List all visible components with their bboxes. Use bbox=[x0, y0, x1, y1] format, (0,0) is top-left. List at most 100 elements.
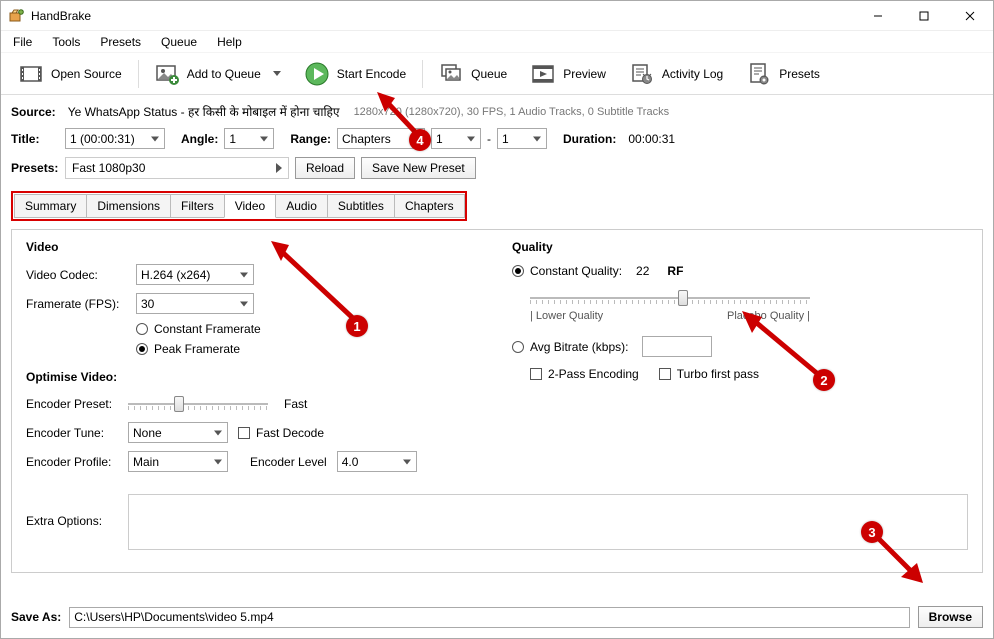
enc-tune-select[interactable]: None bbox=[128, 422, 228, 443]
start-encode-button[interactable]: Start Encode bbox=[293, 53, 418, 94]
save-as-label: Save As: bbox=[11, 610, 61, 624]
start-encode-label: Start Encode bbox=[337, 67, 406, 81]
menu-file[interactable]: File bbox=[7, 33, 38, 51]
add-to-queue-button[interactable]: Add to Queue bbox=[143, 53, 293, 94]
turbo-check[interactable]: Turbo first pass bbox=[659, 367, 759, 381]
enc-level-select[interactable]: 4.0 bbox=[337, 451, 417, 472]
annotation-1: 1 bbox=[346, 315, 368, 337]
radio-icon bbox=[512, 265, 524, 277]
tab-filters[interactable]: Filters bbox=[170, 194, 225, 218]
title-label: Title: bbox=[11, 132, 59, 146]
presets-row-label: Presets: bbox=[11, 161, 59, 175]
avg-bitrate-input[interactable] bbox=[642, 336, 712, 357]
minimize-button[interactable] bbox=[855, 1, 901, 31]
menu-help[interactable]: Help bbox=[211, 33, 248, 51]
source-name: Ye WhatsApp Status - हर किसी के मोबाइल म… bbox=[68, 103, 340, 120]
avg-bitrate-radio[interactable]: Avg Bitrate (kbps): bbox=[512, 336, 968, 357]
activity-log-button[interactable]: Activity Log bbox=[618, 53, 735, 94]
add-to-queue-label: Add to Queue bbox=[187, 67, 261, 81]
fast-decode-label: Fast Decode bbox=[256, 426, 324, 440]
queue-button[interactable]: Queue bbox=[427, 53, 519, 94]
angle-select[interactable]: 1 bbox=[224, 128, 274, 149]
video-codec-select[interactable]: H.264 (x264) bbox=[136, 264, 254, 285]
close-button[interactable] bbox=[947, 1, 993, 31]
pfr-radio[interactable]: Peak Framerate bbox=[136, 342, 482, 356]
two-pass-check[interactable]: 2-Pass Encoding bbox=[530, 367, 639, 381]
maximize-button[interactable] bbox=[901, 1, 947, 31]
cfr-radio[interactable]: Constant Framerate bbox=[136, 322, 482, 336]
save-new-preset-button[interactable]: Save New Preset bbox=[361, 157, 476, 179]
annotation-4: 4 bbox=[409, 129, 431, 151]
fast-decode-check[interactable]: Fast Decode bbox=[238, 426, 324, 440]
enc-preset-value: Fast bbox=[284, 397, 307, 411]
turbo-label: Turbo first pass bbox=[677, 367, 759, 381]
enc-profile-select[interactable]: Main bbox=[128, 451, 228, 472]
checkbox-icon bbox=[659, 368, 671, 380]
video-codec-label: Video Codec: bbox=[26, 268, 126, 282]
preview-button[interactable]: Preview bbox=[519, 53, 618, 94]
duration-label: Duration: bbox=[563, 132, 616, 146]
presets-icon bbox=[747, 62, 771, 86]
chevron-down-icon[interactable] bbox=[273, 71, 281, 76]
tab-summary[interactable]: Summary bbox=[14, 194, 87, 218]
preset-picker[interactable]: Fast 1080p30 bbox=[65, 157, 289, 179]
queue-icon bbox=[439, 62, 463, 86]
toolbar: Open Source Add to Queue Start Encode Qu… bbox=[1, 53, 993, 95]
source-meta: 1280x720 (1280x720), 30 FPS, 1 Audio Tra… bbox=[354, 106, 670, 118]
pfr-label: Peak Framerate bbox=[154, 342, 240, 356]
enc-tune-label: Encoder Tune: bbox=[26, 426, 118, 440]
fps-select[interactable]: 30 bbox=[136, 293, 254, 314]
film-icon bbox=[19, 62, 43, 86]
range-from-select[interactable]: 1 bbox=[431, 128, 481, 149]
optimise-heading: Optimise Video: bbox=[26, 370, 482, 384]
open-source-button[interactable]: Open Source bbox=[7, 53, 134, 94]
presets-button[interactable]: Presets bbox=[735, 53, 832, 94]
checkbox-icon bbox=[530, 368, 542, 380]
open-source-label: Open Source bbox=[51, 67, 122, 81]
menubar: File Tools Presets Queue Help bbox=[1, 31, 993, 53]
duration-value: 00:00:31 bbox=[628, 132, 675, 146]
preset-current: Fast 1080p30 bbox=[72, 161, 145, 175]
menu-queue[interactable]: Queue bbox=[155, 33, 203, 51]
preview-icon bbox=[531, 62, 555, 86]
enc-preset-label: Encoder Preset: bbox=[26, 397, 118, 411]
annotation-2: 2 bbox=[813, 369, 835, 391]
encoder-preset-slider[interactable] bbox=[128, 394, 268, 414]
browse-button[interactable]: Browse bbox=[918, 606, 983, 628]
extra-options-input[interactable] bbox=[128, 494, 968, 550]
extra-options-label: Extra Options: bbox=[26, 494, 118, 528]
rf-label: RF bbox=[667, 264, 683, 278]
quality-slider[interactable] bbox=[530, 288, 810, 308]
reload-button[interactable]: Reload bbox=[295, 157, 355, 179]
tab-audio[interactable]: Audio bbox=[275, 194, 328, 218]
avg-bitrate-label: Avg Bitrate (kbps): bbox=[530, 340, 628, 354]
window-title: HandBrake bbox=[31, 9, 855, 23]
two-pass-label: 2-Pass Encoding bbox=[548, 367, 639, 381]
app-icon bbox=[9, 8, 25, 24]
titlebar: HandBrake bbox=[1, 1, 993, 31]
play-icon bbox=[305, 62, 329, 86]
queue-label: Queue bbox=[471, 67, 507, 81]
tab-subtitles[interactable]: Subtitles bbox=[327, 194, 395, 218]
save-as-input[interactable] bbox=[69, 607, 909, 628]
presets-label: Presets bbox=[779, 67, 820, 81]
tab-video[interactable]: Video bbox=[224, 194, 276, 218]
range-sep: - bbox=[487, 132, 491, 146]
video-panel: Video Video Codec: H.264 (x264) Framerat… bbox=[11, 229, 983, 573]
image-add-icon bbox=[155, 62, 179, 86]
enc-level-label: Encoder Level bbox=[250, 455, 327, 469]
range-to-select[interactable]: 1 bbox=[497, 128, 547, 149]
activity-log-label: Activity Log bbox=[662, 67, 723, 81]
video-heading: Video bbox=[26, 240, 482, 254]
annotation-3: 3 bbox=[861, 521, 883, 543]
menu-tools[interactable]: Tools bbox=[46, 33, 86, 51]
tab-chapters[interactable]: Chapters bbox=[394, 194, 465, 218]
title-select[interactable]: 1 (00:00:31) bbox=[65, 128, 165, 149]
menu-presets[interactable]: Presets bbox=[94, 33, 147, 51]
cq-radio[interactable]: Constant Quality: 22 RF bbox=[512, 264, 968, 278]
enc-profile-label: Encoder Profile: bbox=[26, 455, 118, 469]
cq-value: 22 bbox=[636, 264, 649, 278]
log-icon bbox=[630, 62, 654, 86]
range-label: Range: bbox=[290, 132, 331, 146]
tab-dimensions[interactable]: Dimensions bbox=[86, 194, 171, 218]
